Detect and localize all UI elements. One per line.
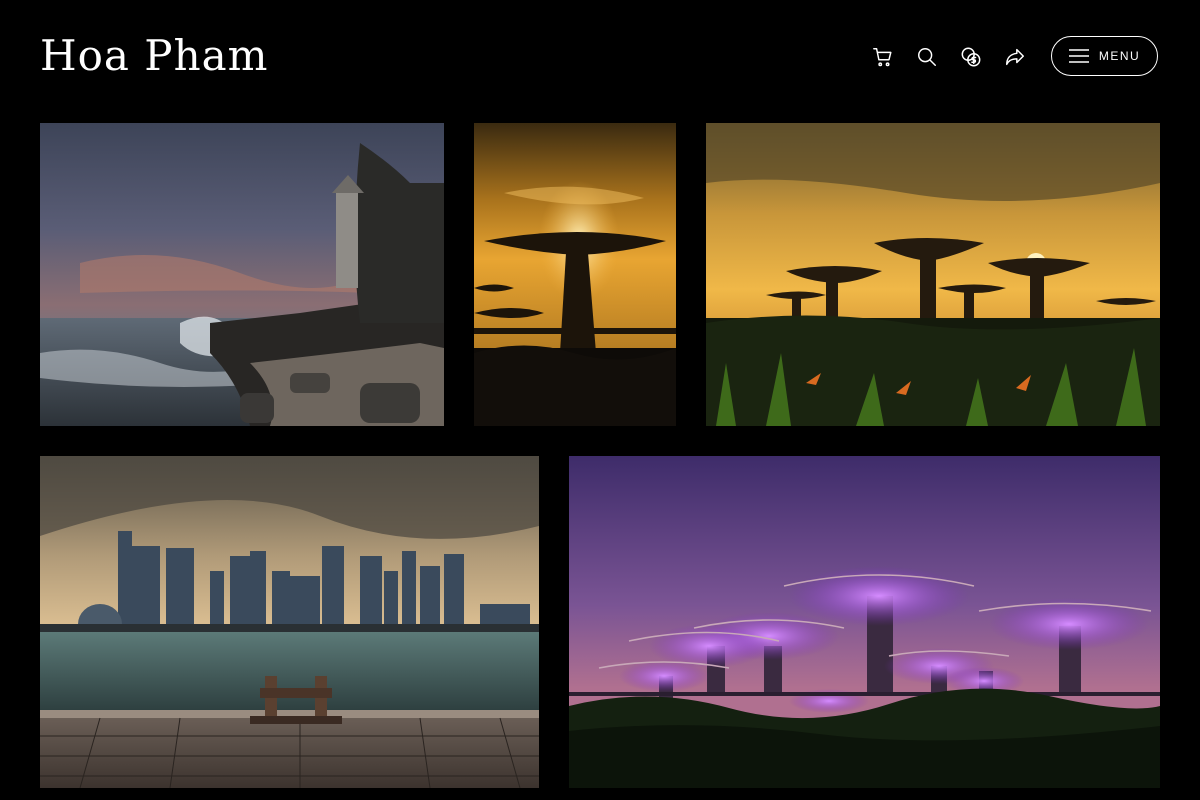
menu-button[interactable]: MENU — [1051, 36, 1158, 76]
cart-icon — [873, 48, 892, 67]
gallery-photo-city-skyline[interactable] — [40, 456, 539, 788]
site-title[interactable]: Hoa Pham — [40, 30, 268, 82]
search-button[interactable] — [908, 38, 946, 76]
gallery-photo-supertree-sunset-landscape[interactable] — [706, 123, 1160, 426]
gallery-photo-supertree-purple-dusk[interactable] — [569, 456, 1160, 788]
cart-button[interactable] — [864, 38, 902, 76]
search-icon — [918, 48, 936, 66]
site-header: Hoa Pham MENU — [0, 0, 1200, 115]
currency-button[interactable] — [952, 38, 990, 76]
currency-icon — [961, 47, 981, 67]
share-icon — [1006, 48, 1024, 66]
header-actions — [864, 38, 1040, 76]
hamburger-icon — [1068, 49, 1089, 63]
share-button[interactable] — [996, 38, 1034, 76]
gallery-photo-supertree-sunset-portrait[interactable] — [474, 123, 676, 426]
gallery-photo-lighthouse[interactable] — [40, 123, 444, 426]
menu-label: MENU — [1098, 49, 1141, 63]
